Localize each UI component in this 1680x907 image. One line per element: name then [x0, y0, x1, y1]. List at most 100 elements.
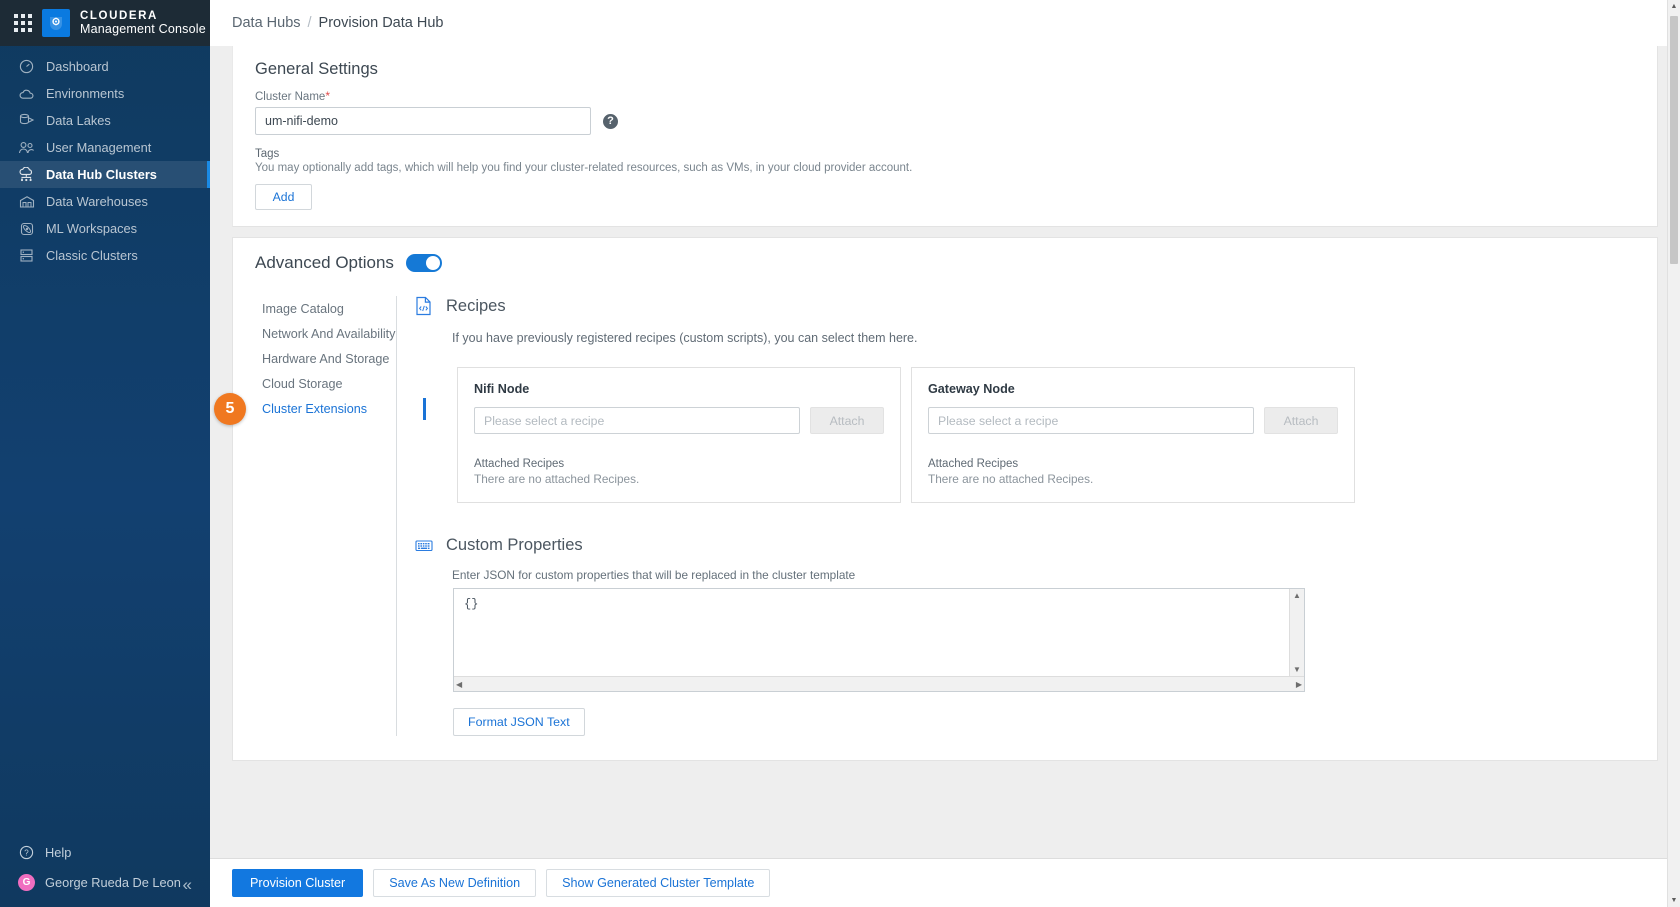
sidebar-item-classic-clusters[interactable]: Classic Clusters	[0, 242, 210, 269]
footer-action-bar: Provision Cluster Save As New Definition…	[210, 858, 1680, 907]
recipes-title: Recipes	[446, 296, 506, 315]
sidebar-item-ml-workspaces[interactable]: ML Workspaces	[0, 215, 210, 242]
warehouse-icon	[18, 193, 35, 210]
custom-properties-title: Custom Properties	[446, 535, 583, 554]
page-title: General Settings	[255, 60, 378, 78]
brand-name: CLOUDERA	[80, 9, 158, 22]
sidebar-item-data-lakes[interactable]: Data Lakes	[0, 107, 210, 134]
page-scroll-up-icon[interactable]: ▲	[1668, 0, 1680, 13]
cloud-icon	[18, 85, 35, 102]
sidebar-item-data-warehouses[interactable]: Data Warehouses	[0, 188, 210, 215]
show-generated-cluster-template-button[interactable]: Show Generated Cluster Template	[546, 869, 771, 897]
nifi-attach-button[interactable]: Attach	[810, 407, 884, 434]
page-scroll-down-icon[interactable]: ▼	[1668, 894, 1680, 907]
node-select-row: Please select a recipe Attach	[474, 407, 884, 434]
format-json-button[interactable]: Format JSON Text	[453, 708, 585, 736]
recipes-description: If you have previously registered recipe…	[452, 331, 918, 345]
gauge-icon	[18, 58, 35, 75]
node-select-row: Please select a recipe Attach	[928, 407, 1338, 434]
sidebar-label: ML Workspaces	[46, 221, 138, 236]
advanced-options-card: Advanced Options Image Catalog Network A…	[214, 237, 1658, 761]
save-as-new-definition-button[interactable]: Save As New Definition	[373, 869, 537, 897]
sidebar-item-user-management[interactable]: User Management	[0, 134, 210, 161]
sidebar-item-data-hub-clusters[interactable]: Data Hub Clusters	[0, 161, 210, 188]
breadcrumb-separator: /	[307, 15, 312, 31]
sidebar-item-user-profile[interactable]: G George Rueda De Leon	[0, 867, 210, 897]
step-badge: 5	[214, 392, 246, 425]
scroll-right-icon[interactable]: ▶	[1296, 680, 1302, 689]
tab-cluster-extensions[interactable]: 5 Cluster Extensions	[214, 392, 426, 425]
cluster-cloud-icon	[18, 166, 35, 183]
sidebar-label: Environments	[46, 86, 125, 101]
custom-properties-header: Custom Properties	[415, 503, 1657, 555]
general-settings-card: General Settings Cluster Name* ? Tags Yo…	[232, 46, 1658, 227]
toggle-knob	[425, 256, 440, 270]
sidebar-nav: Dashboard Environments Data Lakes User M…	[0, 46, 210, 269]
form-scroll-area: General Settings Cluster Name* ? Tags Yo…	[210, 46, 1680, 858]
advanced-options-header: Advanced Options	[233, 238, 1657, 277]
breadcrumb-root[interactable]: Data Hubs	[232, 15, 301, 31]
sidebar-label: Dashboard	[46, 59, 109, 74]
avatar: G	[18, 873, 35, 891]
sidebar-item-help[interactable]: ? Help	[0, 837, 210, 867]
sidebar-item-environments[interactable]: Environments	[0, 80, 210, 107]
tab-label: Cloud Storage	[262, 376, 343, 391]
attached-recipes-label: Attached Recipes	[928, 458, 1019, 470]
page-scroll-thumb[interactable]	[1670, 16, 1678, 264]
advanced-options-toggle[interactable]	[405, 254, 442, 272]
add-tag-button[interactable]: Add	[255, 184, 312, 210]
sidebar-label: User Management	[46, 140, 152, 155]
tags-section: Tags You may optionally add tags, which …	[233, 135, 1657, 226]
question-circle-icon[interactable]: ?	[603, 113, 618, 129]
attached-recipes-empty: There are no attached Recipes.	[928, 472, 1094, 486]
nifi-recipe-select[interactable]: Please select a recipe	[474, 407, 800, 434]
node-title: Nifi Node	[474, 382, 530, 396]
main-content: Data Hubs / Provision Data Hub General S…	[210, 0, 1680, 907]
brand-text: CLOUDERA Management Console	[80, 10, 206, 37]
cluster-name-input[interactable]	[255, 107, 591, 135]
provision-cluster-button[interactable]: Provision Cluster	[232, 869, 364, 897]
cluster-extensions-panel: Recipes If you have previously registere…	[397, 296, 1657, 736]
cluster-name-label-text: Cluster Name	[255, 91, 326, 103]
tab-hardware-and-storage[interactable]: Hardware And Storage	[262, 346, 396, 371]
server-rack-icon	[18, 247, 35, 264]
data-lake-icon	[18, 112, 35, 129]
gateway-attach-button[interactable]: Attach	[1264, 407, 1338, 434]
scroll-left-icon[interactable]: ◀	[456, 680, 462, 689]
scroll-down-icon[interactable]: ▼	[1293, 665, 1301, 674]
gateway-node-card: Gateway Node Please select a recipe Atta…	[911, 367, 1355, 503]
user-name-label: George Rueda De Leon	[45, 874, 181, 890]
help-label: Help	[45, 844, 72, 860]
required-mark: *	[325, 89, 330, 103]
gateway-recipe-select[interactable]: Please select a recipe	[928, 407, 1254, 434]
sidebar-label: Classic Clusters	[46, 248, 138, 263]
tab-cloud-storage[interactable]: Cloud Storage	[262, 371, 396, 396]
sidebar-label: Data Lakes	[46, 113, 111, 128]
tags-label: Tags	[255, 148, 280, 160]
tab-label: Network And Availability	[262, 326, 396, 341]
cluster-name-row: ?	[233, 103, 1657, 135]
cloudera-logo-icon	[42, 9, 70, 37]
sidebar-footer: ? Help G George Rueda De Leon «	[0, 837, 210, 907]
apps-grid-icon[interactable]	[14, 14, 32, 32]
tab-network-and-availability[interactable]: Network And Availability	[262, 321, 396, 346]
advanced-options-body: Image Catalog Network And Availability H…	[214, 277, 1657, 760]
keyboard-icon	[415, 535, 433, 555]
double-chevron-left-icon[interactable]: «	[183, 876, 192, 893]
advanced-options-title: Advanced Options	[255, 253, 394, 272]
ml-atom-icon	[18, 220, 35, 237]
attached-recipes-empty: There are no attached Recipes.	[474, 472, 640, 486]
tab-label: Image Catalog	[262, 301, 344, 316]
textarea-vertical-scrollbar[interactable]: ▲ ▼	[1289, 589, 1304, 676]
custom-properties-description: Enter JSON for custom properties that wi…	[452, 568, 856, 582]
page-scrollbar[interactable]: ▲ ▼	[1667, 0, 1680, 907]
code-document-icon	[415, 296, 433, 316]
custom-properties-textarea-wrap: ▲ ▼ ◀ ▶	[453, 588, 1305, 692]
scroll-up-icon[interactable]: ▲	[1293, 591, 1301, 600]
recipe-node-cards: Nifi Node Please select a recipe Attach …	[415, 345, 1657, 503]
textarea-horizontal-scrollbar[interactable]: ◀ ▶	[454, 676, 1304, 691]
cluster-name-label: Cluster Name*	[233, 89, 1657, 103]
sidebar-item-dashboard[interactable]: Dashboard	[0, 53, 210, 80]
tab-label: Cluster Extensions	[262, 401, 367, 416]
tab-image-catalog[interactable]: Image Catalog	[262, 296, 396, 321]
